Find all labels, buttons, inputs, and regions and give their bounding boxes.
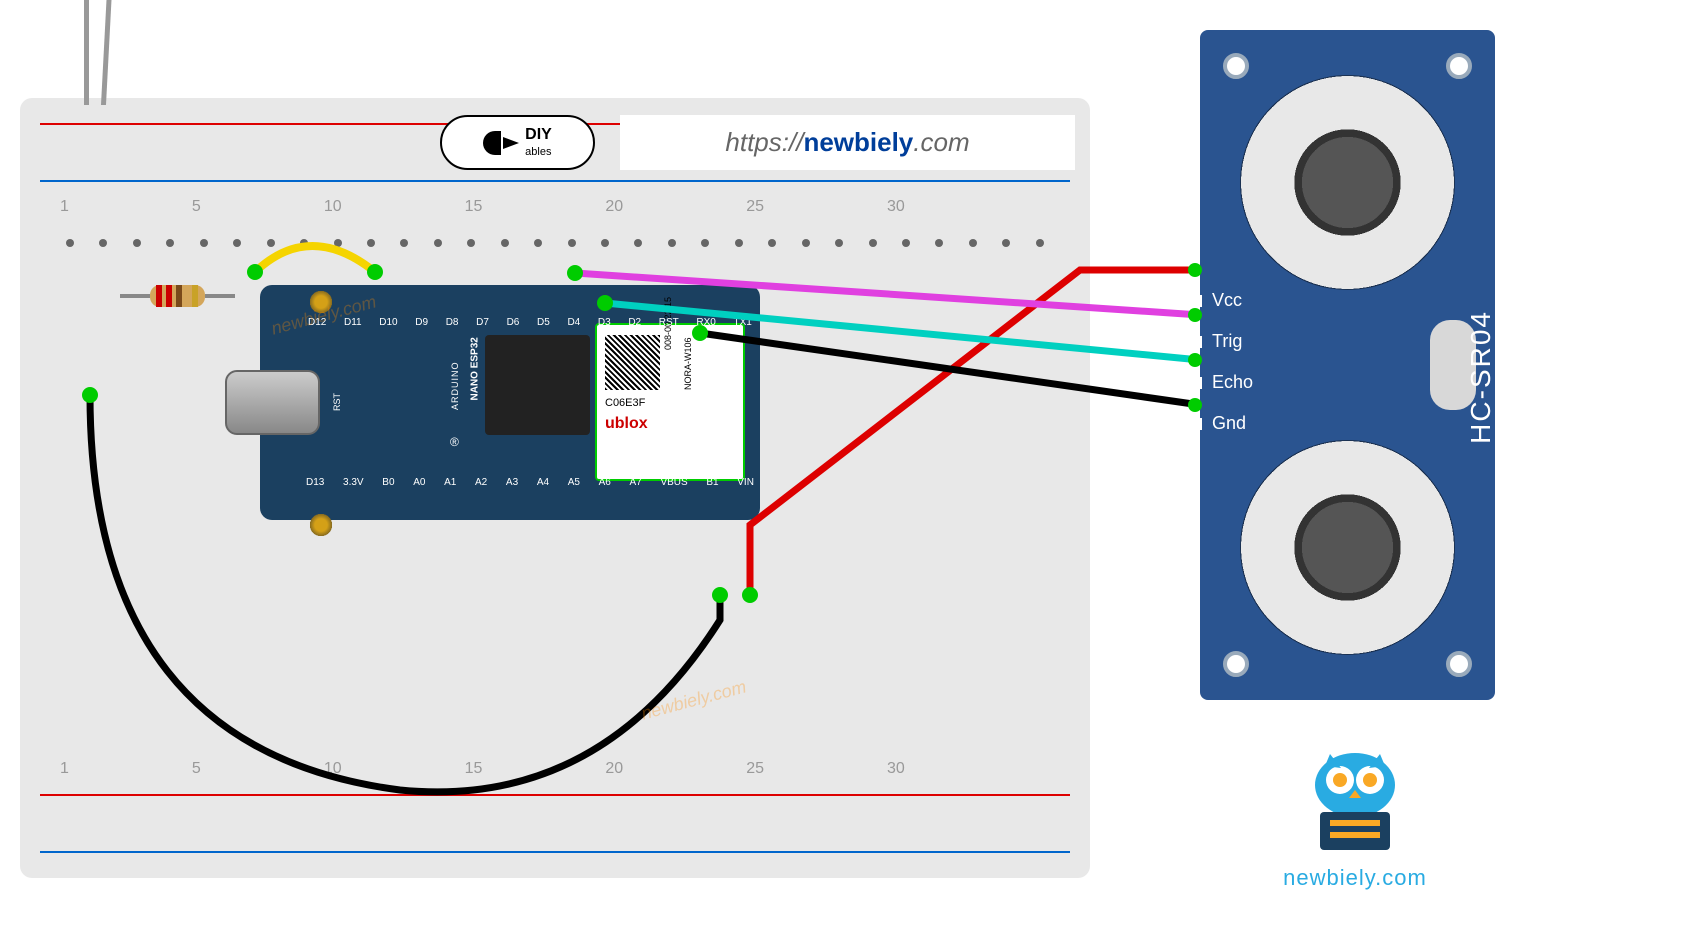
wire-black-gnd-sensor [700,333,1200,405]
wire-yellow-jumper [255,246,375,272]
wire-red-vcc [750,270,1200,595]
newbiely-logo: newbiely.com [1270,740,1440,891]
newbiely-logo-text: newbiely.com [1270,865,1440,891]
wire-black-gnd-led [90,395,720,792]
owl-icon [1285,740,1425,860]
wiring-overlay [0,0,1700,931]
